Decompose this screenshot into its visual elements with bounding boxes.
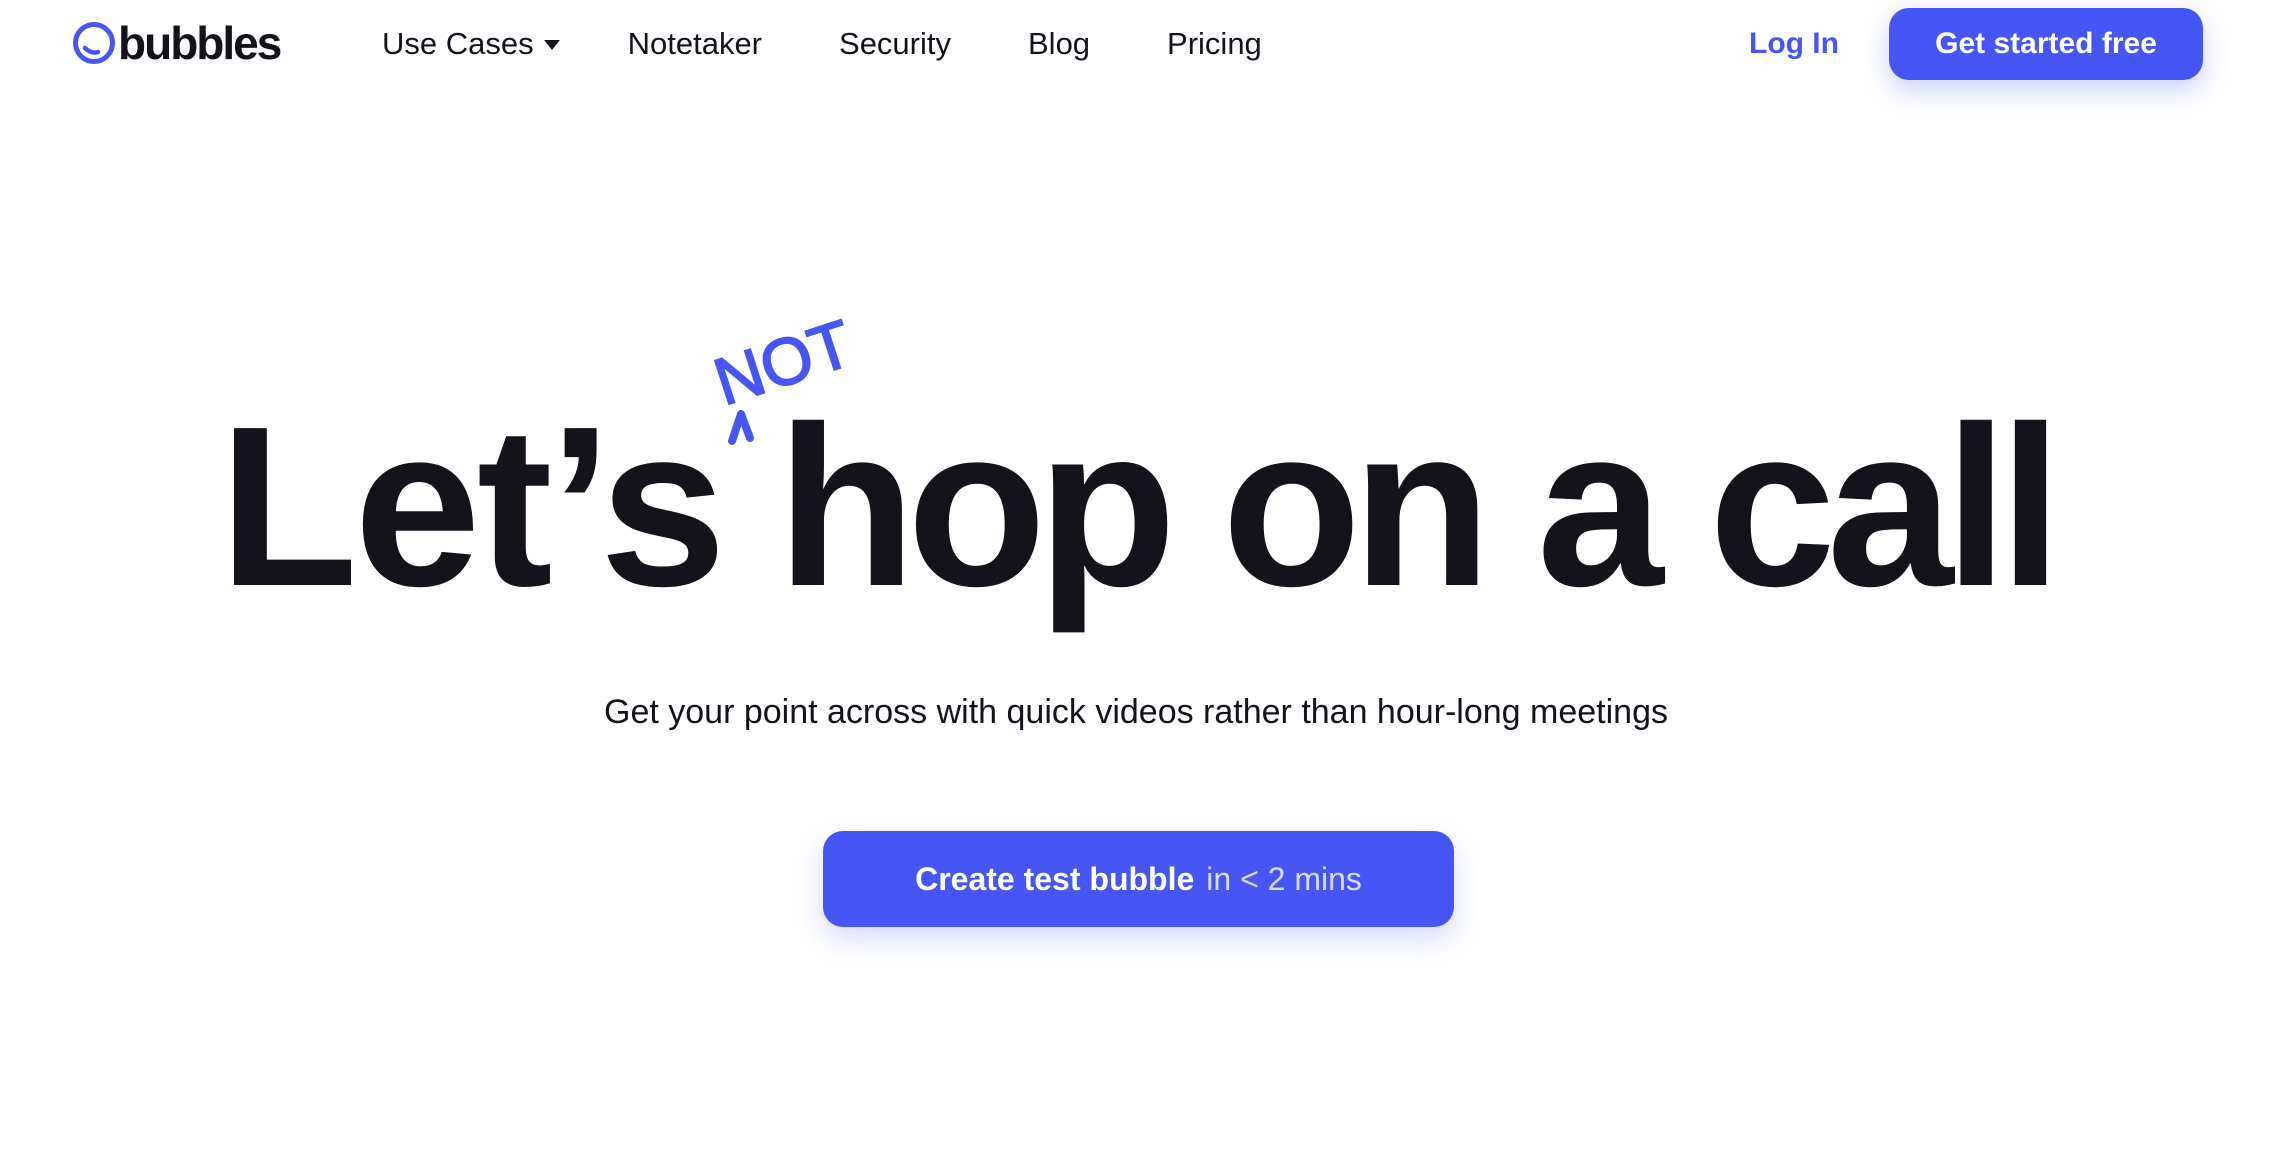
headline-part-main: hop on a call (776, 380, 2062, 634)
nav-link-label: Use Cases (382, 26, 534, 61)
nav-link-use-cases[interactable]: Use Cases (382, 26, 560, 62)
nav-link-notetaker[interactable]: Notetaker (628, 26, 762, 62)
nav-links: Use Cases Notetaker Security Blog Pricin… (382, 22, 1339, 66)
brand-name: bubbles (118, 17, 282, 69)
top-navigation: bubbles Use Cases Notetaker Security Blo… (0, 0, 2272, 90)
cta-main-label: Create test bubble (915, 860, 1195, 897)
chevron-down-icon (543, 40, 560, 50)
nav-link-security[interactable]: Security (839, 26, 951, 62)
nav-link-pricing[interactable]: Pricing (1167, 26, 1262, 62)
nav-link-blog[interactable]: Blog (1028, 26, 1090, 62)
headline-part-lets: Let’s (218, 380, 727, 634)
create-test-bubble-button[interactable]: Create test bubble in < 2 mins (823, 831, 1454, 927)
get-started-button[interactable]: Get started free (1889, 8, 2203, 80)
hero-headline: Let’s hop on a call (0, 392, 2272, 622)
cta-main-time-hint: in < 2 mins (1206, 860, 1362, 897)
hero-subtitle: Get your point across with quick videos … (604, 693, 1668, 731)
login-link[interactable]: Log In (1749, 22, 1839, 66)
brand-logo[interactable]: bubbles (72, 17, 282, 69)
landing-page: bubbles Use Cases Notetaker Security Blo… (0, 0, 2272, 1154)
bubbles-logo-icon (73, 22, 115, 64)
